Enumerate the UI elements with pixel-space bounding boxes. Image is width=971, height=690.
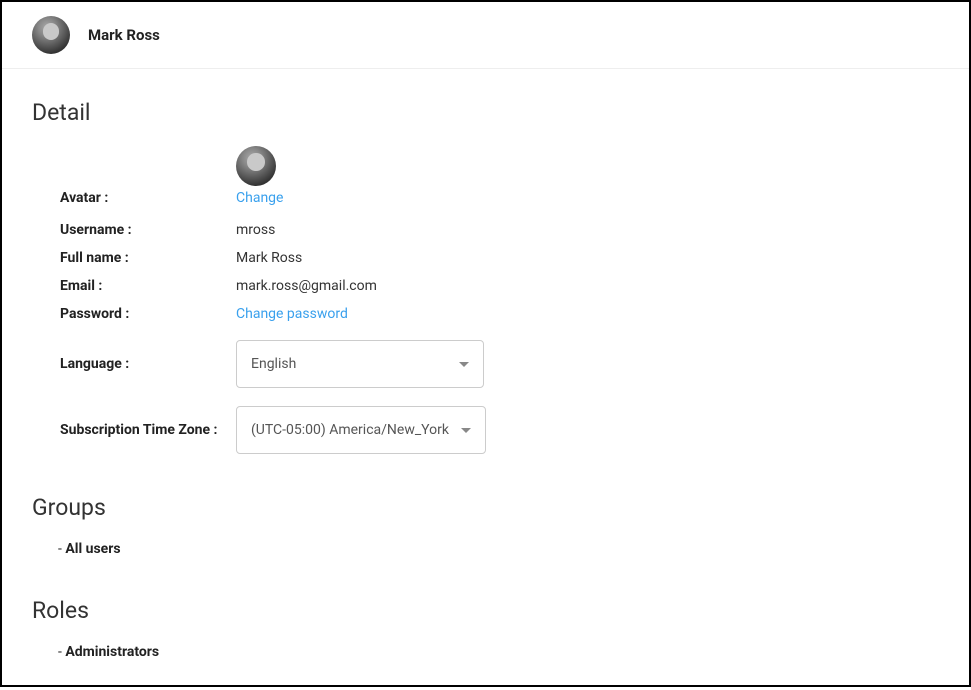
label-username: Username : xyxy=(60,222,236,238)
detail-heading: Detail xyxy=(32,99,939,126)
header-user-name: Mark Ross xyxy=(88,26,160,44)
avatar-image xyxy=(236,146,276,186)
row-language: Language : English xyxy=(60,340,939,388)
row-timezone: Subscription Time Zone : (UTC-05:00) Ame… xyxy=(60,406,939,454)
group-item: All users xyxy=(32,541,939,557)
caret-down-icon xyxy=(459,362,469,367)
groups-heading: Groups xyxy=(32,494,939,521)
row-fullname: Full name : Mark Ross xyxy=(60,250,939,266)
groups-section: Groups All users xyxy=(32,494,939,557)
language-selected-value: English xyxy=(251,356,296,372)
user-header: Mark Ross xyxy=(2,2,969,69)
timezone-selected-value: (UTC-05:00) America/New_York xyxy=(251,422,449,438)
label-language: Language : xyxy=(60,356,236,372)
roles-heading: Roles xyxy=(32,597,939,624)
caret-down-icon xyxy=(461,428,471,433)
detail-body: Avatar : Change Username : mross Full na… xyxy=(32,146,939,454)
change-avatar-link[interactable]: Change xyxy=(236,190,283,206)
label-fullname: Full name : xyxy=(60,250,236,266)
value-email: mark.ross@gmail.com xyxy=(236,278,377,294)
label-timezone: Subscription Time Zone : xyxy=(60,422,236,438)
row-email: Email : mark.ross@gmail.com xyxy=(60,278,939,294)
avatar-icon xyxy=(32,16,70,54)
row-password: Password : Change password xyxy=(60,306,939,322)
label-avatar: Avatar : xyxy=(60,190,236,206)
row-avatar: Avatar : Change xyxy=(60,146,939,206)
language-select[interactable]: English xyxy=(236,340,484,388)
row-username: Username : mross xyxy=(60,222,939,238)
label-password: Password : xyxy=(60,306,236,322)
role-item: Administrators xyxy=(32,644,939,660)
label-email: Email : xyxy=(60,278,236,294)
value-username: mross xyxy=(236,222,275,238)
roles-section: Roles Administrators xyxy=(32,597,939,660)
timezone-select[interactable]: (UTC-05:00) America/New_York xyxy=(236,406,486,454)
value-fullname: Mark Ross xyxy=(236,250,302,266)
change-password-link[interactable]: Change password xyxy=(236,306,348,322)
